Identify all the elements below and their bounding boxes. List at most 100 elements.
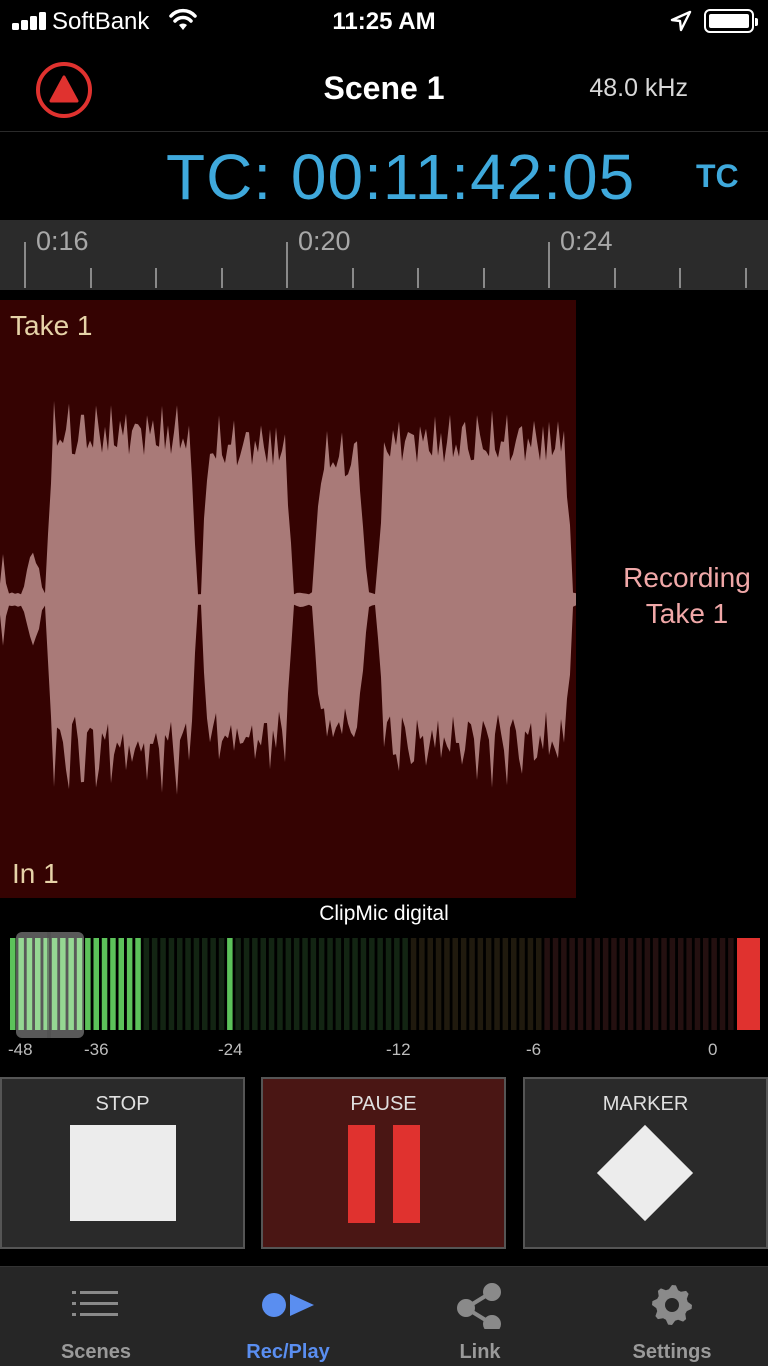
meter-segment	[519, 938, 525, 1030]
tab-settings[interactable]: Settings	[576, 1267, 768, 1366]
recording-status: Recording Take 1	[606, 560, 768, 632]
meter-segment	[544, 938, 550, 1030]
meter-segment	[344, 938, 350, 1030]
meter-segment	[552, 938, 559, 1030]
meter-segment	[385, 938, 392, 1030]
ruler-label: 0:16	[36, 226, 89, 256]
meter-segment	[394, 938, 400, 1030]
meter-scale-label: 0	[708, 1040, 718, 1059]
input-gain-slider-handle[interactable]	[16, 932, 84, 1038]
timeline-ruler[interactable]: 0:16 0:20 0:24	[0, 220, 768, 290]
meter-scale-label: -24	[218, 1040, 243, 1059]
meter-segment	[177, 938, 183, 1030]
waveform-shape	[0, 400, 576, 795]
meter-segment	[452, 938, 458, 1030]
meter-segment	[435, 938, 442, 1030]
marker-icon	[596, 1124, 694, 1222]
meter-segment	[360, 938, 367, 1030]
ruler-tick	[548, 242, 550, 288]
meter-segment	[678, 938, 684, 1030]
tab-rec-play[interactable]: Rec/Play	[192, 1267, 384, 1366]
meter-segment	[661, 938, 667, 1030]
meter-segment	[711, 938, 717, 1030]
clip-indicator	[737, 938, 760, 1030]
meter-segment	[569, 938, 575, 1030]
divider	[0, 131, 768, 132]
meter-segment	[419, 938, 425, 1030]
share-icon	[457, 1283, 501, 1329]
level-meter-bars	[10, 938, 760, 1030]
meter-segment	[511, 938, 517, 1030]
meter-segment	[352, 938, 358, 1030]
ruler-tick	[482, 268, 485, 288]
meter-segment	[210, 938, 216, 1030]
meter-segment	[310, 938, 317, 1030]
meter-segment	[285, 938, 292, 1030]
meter-segment	[143, 938, 150, 1030]
meter-segment	[644, 938, 651, 1030]
ruler-tick	[220, 268, 223, 288]
meter-segment	[193, 938, 200, 1030]
pause-button[interactable]: PAUSE	[261, 1077, 506, 1249]
stop-button[interactable]: STOP	[0, 1077, 245, 1249]
meter-segment	[110, 938, 116, 1030]
input-device-name: ClipMic digital	[319, 902, 449, 925]
meter-segment	[318, 938, 325, 1030]
tab-label: Settings	[632, 1341, 712, 1363]
meter-segment	[93, 938, 99, 1030]
meter-segment	[327, 938, 333, 1030]
waveform-region[interactable]: Take 1 In 1	[0, 300, 576, 898]
meter-segment	[185, 938, 191, 1030]
meter-segment	[126, 938, 133, 1030]
tab-scenes[interactable]: Scenes	[0, 1267, 192, 1366]
meter-segment	[477, 938, 484, 1030]
stop-icon	[70, 1125, 176, 1221]
meter-segment	[627, 938, 634, 1030]
ruler-label: 0:24	[560, 226, 613, 256]
meter-segment	[235, 938, 241, 1030]
meter-segment	[369, 938, 375, 1030]
ruler-tick	[24, 242, 26, 288]
list-icon	[72, 1291, 118, 1316]
meter-segment	[402, 938, 408, 1030]
tab-label: Scenes	[60, 1341, 132, 1363]
meter-segment	[151, 938, 158, 1030]
timecode-button[interactable]: TC	[696, 158, 739, 195]
tab-link[interactable]: Link	[384, 1267, 576, 1366]
stop-label: STOP	[95, 1093, 150, 1115]
meter-segment	[218, 938, 225, 1030]
meter-scale-label: -48	[8, 1040, 33, 1059]
ruler-tick	[286, 242, 288, 288]
status-time: 11:25 AM	[332, 8, 436, 35]
meter-segment	[444, 938, 450, 1030]
waveform	[0, 400, 576, 795]
pause-label: PAUSE	[350, 1093, 417, 1115]
meter-segment	[10, 938, 16, 1030]
meter-scale-label: -6	[526, 1040, 542, 1059]
meter-segment	[293, 938, 300, 1030]
meter-segment	[527, 938, 534, 1030]
ruler-tick	[679, 268, 681, 288]
battery-icon	[704, 9, 758, 33]
take-name: Take 1	[10, 310, 93, 341]
marker-button[interactable]: MARKER	[523, 1077, 768, 1249]
meter-segment	[469, 938, 475, 1030]
meter-segment	[460, 938, 467, 1030]
ruler-tick	[613, 268, 616, 288]
marker-label: MARKER	[602, 1093, 689, 1115]
meter-segment	[260, 938, 266, 1030]
meter-segment	[619, 938, 625, 1030]
recording-status-take: Take 1	[645, 598, 729, 629]
meter-segment	[669, 938, 676, 1030]
meter-segment	[485, 938, 492, 1030]
meter-segment	[577, 938, 584, 1030]
meter-segment	[377, 938, 383, 1030]
meter-segment	[302, 938, 308, 1030]
meter-segment	[719, 938, 726, 1030]
meter-segment	[335, 938, 342, 1030]
input-label: In 1	[12, 858, 59, 889]
meter-segment	[502, 938, 509, 1030]
meter-segment	[85, 938, 91, 1030]
meter-segment	[703, 938, 709, 1030]
meter-segment	[594, 938, 600, 1030]
